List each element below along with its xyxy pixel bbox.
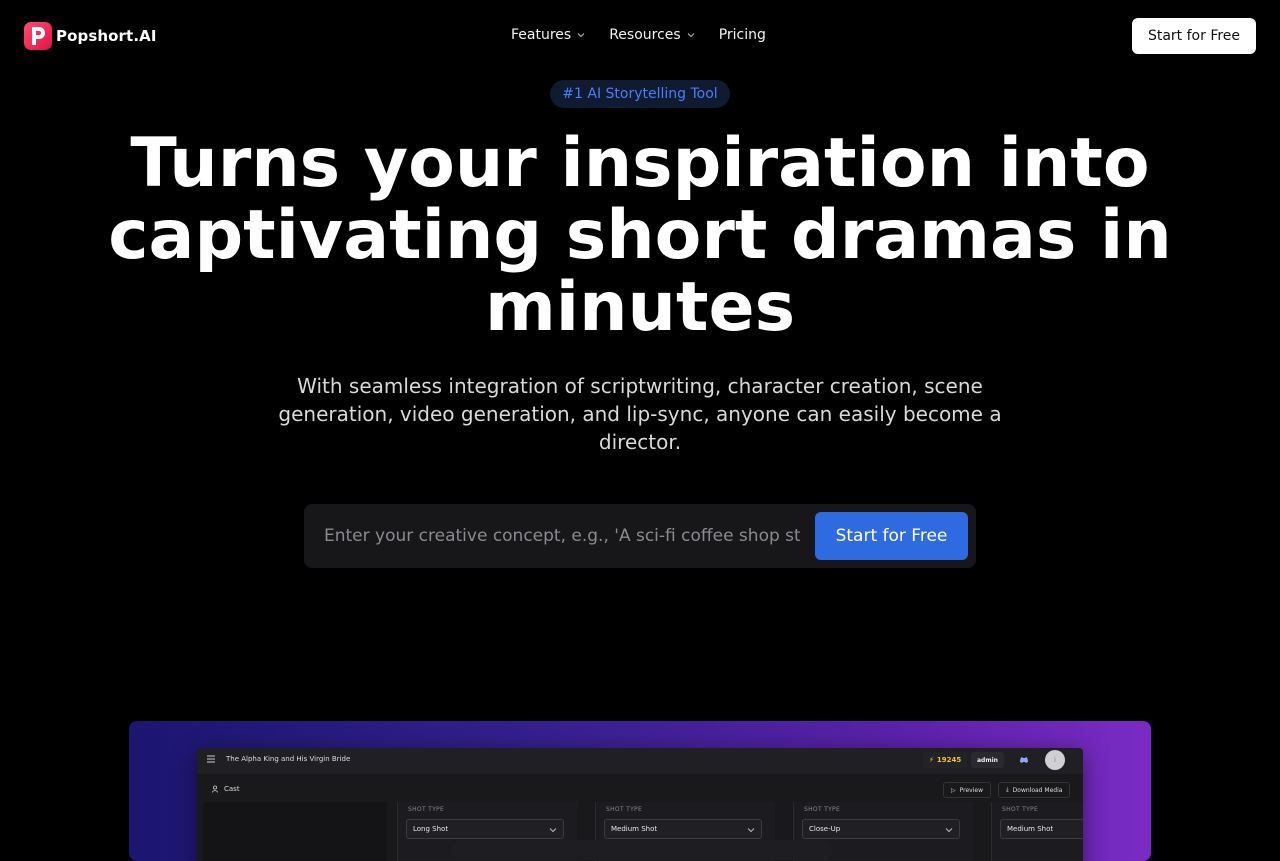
users-icon [212,785,218,793]
chevron-down-icon [747,828,755,833]
credits-value: 19245 [936,756,962,764]
role-badge: admin [971,752,1004,768]
shot-type-select[interactable]: Medium Shot [604,819,762,839]
menu-item-features[interactable]: Features [511,27,585,43]
prompt-start-button[interactable]: Start for Free [815,512,968,560]
editor-toolbar: Cast ▷ Preview ⤓ Download Media [197,780,1083,802]
shot-type-label: SHOT TYPE [1002,806,1039,813]
download-media-button[interactable]: ⤓ Download Media [998,782,1071,798]
concept-input[interactable] [324,520,800,552]
preview-label: Preview [959,786,983,794]
preview-button[interactable]: ▷ Preview [943,782,991,798]
cast-tab[interactable]: Cast [212,785,240,793]
shot-type-value: Medium Shot [611,825,658,833]
main-menu: Features Resources Pricing [511,27,766,43]
shot-type-select[interactable]: Medium Shot [1000,819,1083,839]
bolt-icon: ⚡ [929,756,934,764]
top-navigation: Popshort.AI Features Resources Pricing S… [0,0,1280,72]
avatar[interactable]: i [1045,750,1065,770]
hero-badge: #1 AI Storytelling Tool [550,80,730,108]
hamburger-menu-icon[interactable] [207,755,215,763]
menu-item-resources[interactable]: Resources [609,27,695,43]
shot-type-select[interactable]: Long Shot [406,819,564,839]
shot-type-label: SHOT TYPE [804,806,841,813]
download-label: Download Media [1012,786,1063,794]
hero-headline: Turns your inspiration into captivating … [108,124,1172,347]
shot-type-value: Close-Up [809,825,841,833]
project-title: The Alpha King and His Virgin Bride [226,755,351,763]
chevron-down-icon [577,33,585,38]
download-icon: ⤓ [1006,786,1009,793]
menu-item-label: Pricing [718,27,766,43]
shot-type-label: SHOT TYPE [408,806,445,813]
play-icon: ▷ [951,786,956,794]
shot-type-value: Long Shot [413,825,449,833]
shot-card: SHOT TYPE Medium Shot [991,802,1083,861]
chevron-down-icon [549,828,557,833]
shot-type-value: Medium Shot [1007,825,1054,833]
concept-prompt-bar: Start for Free [304,504,976,568]
chevron-down-icon [945,828,953,833]
menu-item-label: Resources [609,27,681,43]
cast-label: Cast [224,785,240,793]
menu-item-pricing[interactable]: Pricing [719,27,766,43]
brand-name: Popshort.AI [56,27,157,45]
shot-type-select[interactable]: Close-Up [802,819,960,839]
start-for-free-button[interactable]: Start for Free [1132,18,1256,54]
hero-subheadline: With seamless integration of scriptwriti… [278,374,1002,454]
discord-icon[interactable] [1015,752,1033,768]
editor-topbar: The Alpha King and His Virgin Bride ⚡ 19… [197,748,1083,774]
credits-counter: ⚡ 19245 [923,752,968,768]
shot-sidebar [203,802,387,861]
brand-logo[interactable]: Popshort.AI [24,22,157,50]
media-player-bar [452,840,832,860]
brand-mark-icon [24,22,52,50]
chevron-down-icon [687,33,695,38]
menu-item-label: Features [511,27,572,43]
shot-type-label: SHOT TYPE [606,806,643,813]
